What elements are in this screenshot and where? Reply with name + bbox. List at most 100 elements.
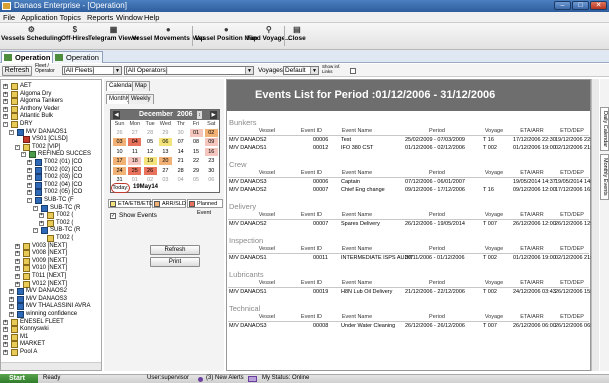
collapse-icon[interactable]: - — [9, 129, 14, 135]
refresh-tree-button[interactable]: Refresh — [2, 66, 32, 76]
expand-icon[interactable]: + — [3, 319, 8, 325]
calendar-day[interactable]: 06 — [158, 138, 172, 147]
calendar-day[interactable]: 22 — [190, 157, 203, 165]
calendar-day[interactable]: 29 — [159, 129, 172, 137]
calendar-day[interactable]: 27 — [159, 167, 172, 175]
close-window-button[interactable]: ✕ — [590, 1, 607, 10]
close-button[interactable]: ▤ Close — [288, 25, 306, 42]
expand-icon[interactable]: + — [9, 304, 14, 310]
expand-icon[interactable]: + — [39, 220, 44, 226]
expand-icon[interactable]: + — [15, 281, 20, 287]
event-row[interactable]: M/V DANAOS2 00007 Spares Delivery 26/12/200… — [227, 221, 598, 229]
expand-icon[interactable]: + — [27, 190, 32, 196]
collapse-icon[interactable]: - — [15, 144, 20, 150]
calendar-day[interactable]: 21 — [174, 157, 187, 165]
expand-icon[interactable]: + — [39, 213, 44, 219]
calendar-day[interactable]: 23 — [205, 157, 218, 165]
calendar-day[interactable]: 09 — [204, 138, 218, 147]
menu-file[interactable]: File — [3, 13, 15, 22]
inf-links-checkbox[interactable] — [350, 68, 356, 74]
minimize-button[interactable]: – — [554, 1, 571, 10]
calendar-day[interactable]: 07 — [174, 138, 187, 146]
tab-weekly[interactable]: Weekly — [128, 94, 154, 104]
expand-icon[interactable]: + — [15, 258, 20, 264]
refresh-events-button[interactable]: Refresh — [150, 245, 200, 255]
tree-horizontal-scrollbar[interactable] — [1, 362, 101, 370]
calendar-day[interactable]: 08 — [190, 138, 203, 146]
expand-icon[interactable]: + — [9, 312, 14, 317]
calendar-day[interactable]: 03 — [113, 138, 126, 147]
expand-icon[interactable]: + — [15, 243, 20, 249]
year-spinner[interactable]: ↕ — [197, 111, 202, 119]
menu-help[interactable]: Help — [144, 13, 159, 22]
menu-application-topics[interactable]: Application Topics — [21, 13, 81, 22]
expand-icon[interactable]: + — [3, 106, 8, 112]
vessel-movements-map-button[interactable]: ● Vessel Movements Map — [132, 25, 205, 42]
collapse-icon[interactable]: - — [33, 205, 38, 211]
today-label[interactable]: Today: — [111, 183, 130, 193]
expand-icon[interactable]: + — [3, 342, 8, 348]
collapse-icon[interactable]: - — [27, 198, 32, 203]
event-row[interactable]: M/V DANAOS1 00019 H8N Lub Oil Delivery 21/1… — [227, 289, 598, 297]
fleet-select[interactable]: [All Fleets] ▼ — [62, 66, 122, 75]
calendar-day[interactable]: 27 — [128, 129, 141, 137]
expand-icon[interactable]: + — [3, 84, 8, 89]
off-hires-button[interactable]: $ Off-Hires — [61, 25, 89, 42]
calendar-day[interactable]: 05 — [144, 138, 157, 146]
event-row[interactable]: M/V DANAOS2 00006 Test 25/02/2009 - 07/03/2… — [227, 137, 598, 145]
event-row[interactable]: M/V DANAOS1 00012 IFO 380 CST 01/12/2006 - … — [227, 145, 598, 153]
start-button[interactable]: Start — [0, 374, 38, 383]
status-alerts[interactable]: (3) New Alerts — [206, 375, 244, 381]
calendar-day[interactable]: 29 — [190, 167, 203, 175]
maximize-button[interactable]: □ — [572, 1, 589, 10]
calendar-day[interactable]: 28 — [174, 167, 187, 175]
expand-icon[interactable]: + — [3, 91, 8, 97]
tab-operation-active[interactable]: Operation — [1, 51, 55, 63]
menu-reports[interactable]: Reports — [87, 13, 113, 22]
calendar-day[interactable]: 15 — [190, 148, 203, 156]
calendar-day[interactable]: 02 — [204, 129, 218, 137]
calendar-day[interactable]: 30 — [205, 167, 218, 175]
expand-icon[interactable]: + — [27, 175, 32, 181]
expand-icon[interactable]: + — [27, 160, 32, 165]
collapse-icon[interactable]: - — [33, 228, 38, 234]
event-row[interactable]: M/V DANAOS3 00006 Captain 07/12/2006 - 06/0… — [227, 179, 598, 187]
expand-icon[interactable]: + — [3, 114, 8, 120]
expand-icon[interactable]: + — [27, 167, 32, 173]
voyages-select[interactable]: Default ▼ — [283, 66, 319, 75]
expand-icon[interactable]: + — [9, 289, 14, 295]
calendar-day[interactable]: 10 — [113, 148, 126, 156]
calendar-day[interactable]: 28 — [144, 129, 157, 137]
expand-icon[interactable]: + — [3, 350, 8, 355]
prev-month-button[interactable]: ◀ — [113, 111, 120, 119]
calendar-day[interactable]: 18 — [128, 157, 142, 166]
calendar-day[interactable]: 16 — [204, 147, 218, 156]
calendar-day[interactable]: 25 — [128, 166, 142, 175]
operator-select[interactable]: [All Operators] ▼ — [124, 66, 254, 75]
expand-icon[interactable]: + — [15, 251, 20, 257]
calendar-day[interactable]: 20 — [158, 157, 172, 166]
calendar-day[interactable]: 01 — [189, 129, 203, 137]
tab-monthly-events[interactable]: Monthly Events — [600, 154, 609, 200]
calendar-day[interactable]: 14 — [174, 148, 187, 156]
next-month-button[interactable]: ▶ — [210, 111, 217, 119]
calendar-day[interactable]: 24 — [113, 166, 126, 175]
expand-icon[interactable]: + — [3, 327, 8, 333]
expand-icon[interactable]: + — [9, 296, 14, 302]
tab-map[interactable]: Map — [132, 81, 150, 91]
calendar-day[interactable]: 04 — [128, 138, 142, 147]
collapse-icon[interactable]: - — [21, 152, 26, 158]
expand-icon[interactable]: + — [27, 182, 32, 188]
event-row[interactable]: M/V DANAOS3 00008 Under Water Cleaning 26/1… — [227, 323, 598, 331]
calendar-day[interactable]: 30 — [174, 129, 187, 137]
calendar-day[interactable]: 26 — [113, 129, 126, 137]
vessels-scheduling-button[interactable]: ⚙ Vessels Scheduling — [1, 25, 62, 42]
events-vertical-scrollbar[interactable] — [591, 79, 599, 371]
calendar-day[interactable]: 26 — [143, 166, 157, 175]
calendar-day[interactable]: 12 — [144, 148, 157, 156]
event-row[interactable]: M/V DANAOS1 00011 INTERMEDIATE ISPS AUDIT 3… — [227, 255, 598, 263]
expand-icon[interactable]: + — [15, 274, 20, 279]
calendar-day[interactable]: 11 — [128, 148, 141, 156]
calendar-day[interactable]: 19 — [143, 157, 157, 166]
expand-icon[interactable]: + — [15, 266, 20, 272]
